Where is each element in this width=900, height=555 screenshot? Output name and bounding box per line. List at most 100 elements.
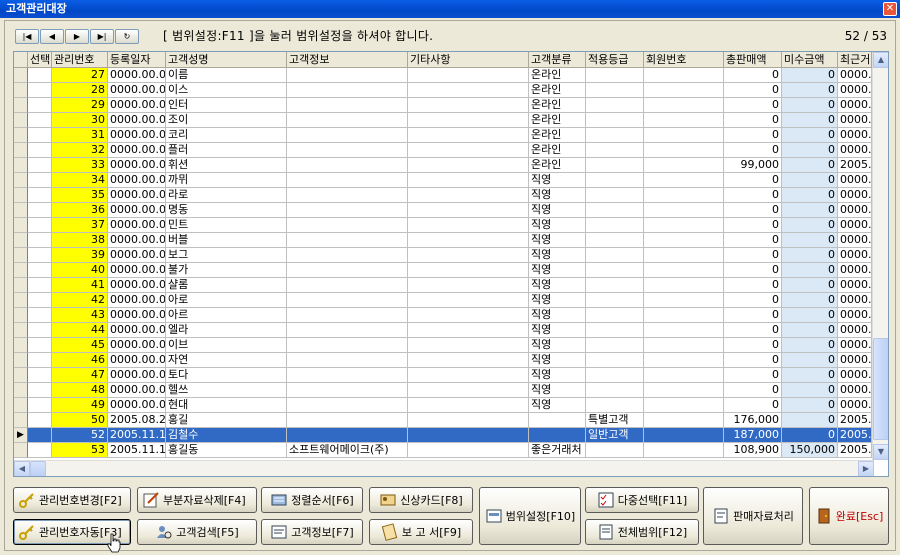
customer-search-button[interactable]: 고객검색[F5] (137, 519, 257, 545)
table-cell[interactable] (28, 368, 52, 383)
table-cell[interactable] (644, 443, 724, 458)
table-cell[interactable]: 0 (782, 68, 838, 83)
table-cell[interactable] (644, 98, 724, 113)
table-cell[interactable]: 187,000 (724, 428, 782, 443)
table-cell[interactable] (28, 413, 52, 428)
table-cell[interactable] (408, 308, 529, 323)
table-cell[interactable]: 49 (52, 398, 108, 413)
table-cell[interactable]: 0000. (838, 323, 872, 338)
table-cell[interactable] (644, 233, 724, 248)
table-cell[interactable]: 0000.00.00 (108, 143, 166, 158)
table-cell[interactable] (28, 398, 52, 413)
table-cell[interactable]: 0000.00.00 (108, 128, 166, 143)
table-cell[interactable] (28, 443, 52, 458)
table-cell[interactable]: 직영 (529, 383, 586, 398)
table-cell[interactable] (644, 263, 724, 278)
table-cell[interactable]: 온라인 (529, 143, 586, 158)
scroll-up-icon[interactable]: ▲ (873, 52, 888, 68)
first-record-icon[interactable]: |◀ (15, 29, 39, 44)
table-cell[interactable] (408, 68, 529, 83)
table-cell[interactable]: 0000.00.00 (108, 248, 166, 263)
row-indicator[interactable] (14, 353, 28, 368)
table-cell[interactable]: 0 (724, 338, 782, 353)
row-indicator[interactable] (14, 173, 28, 188)
table-cell[interactable]: 0000.00.00 (108, 308, 166, 323)
table-cell[interactable]: 0000.00.00 (108, 323, 166, 338)
table-cell[interactable] (287, 203, 408, 218)
table-cell[interactable] (28, 218, 52, 233)
table-row[interactable]: 502005.08.22홍길 특별고객 176,00002005. (14, 413, 872, 428)
customer-info-button[interactable]: 고객정보[F7] (261, 519, 363, 545)
row-indicator[interactable] (14, 248, 28, 263)
table-cell[interactable]: 홍길동 (166, 443, 287, 458)
table-cell[interactable]: 28 (52, 83, 108, 98)
table-cell[interactable] (408, 413, 529, 428)
table-cell[interactable]: 2005. (838, 413, 872, 428)
column-header[interactable]: 적용등급 (586, 52, 644, 68)
table-cell[interactable] (408, 188, 529, 203)
table-cell[interactable]: 0 (724, 113, 782, 128)
table-cell[interactable] (586, 143, 644, 158)
table-row[interactable]: 430000.00.00아르직영000000. (14, 308, 872, 323)
table-row[interactable]: 390000.00.00보그직영000000. (14, 248, 872, 263)
table-row[interactable]: 360000.00.00명동직영000000. (14, 203, 872, 218)
table-cell[interactable]: 직영 (529, 398, 586, 413)
table-cell[interactable] (408, 98, 529, 113)
table-cell[interactable] (644, 143, 724, 158)
table-cell[interactable]: 0000.00.00 (108, 398, 166, 413)
table-cell[interactable]: 0 (782, 188, 838, 203)
table-cell[interactable]: 직영 (529, 263, 586, 278)
table-cell[interactable] (28, 353, 52, 368)
table-cell[interactable] (408, 338, 529, 353)
table-row[interactable]: 340000.00.00까뮈직영000000. (14, 173, 872, 188)
table-cell[interactable] (408, 128, 529, 143)
table-cell[interactable] (28, 248, 52, 263)
row-indicator[interactable] (14, 158, 28, 173)
row-indicator[interactable] (14, 188, 28, 203)
table-cell[interactable] (644, 248, 724, 263)
table-cell[interactable] (287, 263, 408, 278)
table-cell[interactable] (586, 353, 644, 368)
scroll-left-icon[interactable]: ◀ (14, 461, 30, 476)
table-cell[interactable] (28, 68, 52, 83)
table-cell[interactable]: 0 (782, 278, 838, 293)
table-cell[interactable]: 42 (52, 293, 108, 308)
table-cell[interactable]: 2005.08.22 (108, 413, 166, 428)
horizontal-scrollbar[interactable]: ◀ ▶ (14, 460, 874, 476)
table-cell[interactable] (28, 98, 52, 113)
table-cell[interactable] (644, 293, 724, 308)
table-cell[interactable] (586, 113, 644, 128)
table-cell[interactable] (408, 368, 529, 383)
table-cell[interactable]: 0000. (838, 383, 872, 398)
table-cell[interactable]: 민트 (166, 218, 287, 233)
table-cell[interactable]: 0 (724, 383, 782, 398)
table-cell[interactable] (408, 428, 529, 443)
table-cell[interactable]: 48 (52, 383, 108, 398)
table-cell[interactable]: 31 (52, 128, 108, 143)
table-cell[interactable] (408, 353, 529, 368)
row-indicator[interactable] (14, 323, 28, 338)
table-cell[interactable]: 불가 (166, 263, 287, 278)
table-cell[interactable]: 직영 (529, 188, 586, 203)
table-cell[interactable]: 176,000 (724, 413, 782, 428)
table-cell[interactable]: 0 (724, 128, 782, 143)
sales-process-button[interactable]: 판매자료처리 (703, 487, 803, 545)
table-cell[interactable]: 0 (724, 398, 782, 413)
table-cell[interactable] (408, 83, 529, 98)
row-indicator[interactable] (14, 263, 28, 278)
table-cell[interactable]: 41 (52, 278, 108, 293)
prev-record-icon[interactable]: ◀ (40, 29, 64, 44)
vertical-scroll-thumb[interactable] (873, 338, 888, 440)
table-cell[interactable] (287, 158, 408, 173)
vertical-scrollbar[interactable]: ▲ ▼ (872, 52, 888, 460)
table-cell[interactable]: 휘션 (166, 158, 287, 173)
table-cell[interactable] (28, 203, 52, 218)
table-cell[interactable]: 직영 (529, 248, 586, 263)
table-cell[interactable] (28, 128, 52, 143)
table-cell[interactable]: 0000. (838, 203, 872, 218)
table-cell[interactable]: 명동 (166, 203, 287, 218)
table-cell[interactable]: 0 (782, 428, 838, 443)
table-cell[interactable] (586, 248, 644, 263)
table-cell[interactable]: 0 (724, 218, 782, 233)
table-cell[interactable] (287, 218, 408, 233)
